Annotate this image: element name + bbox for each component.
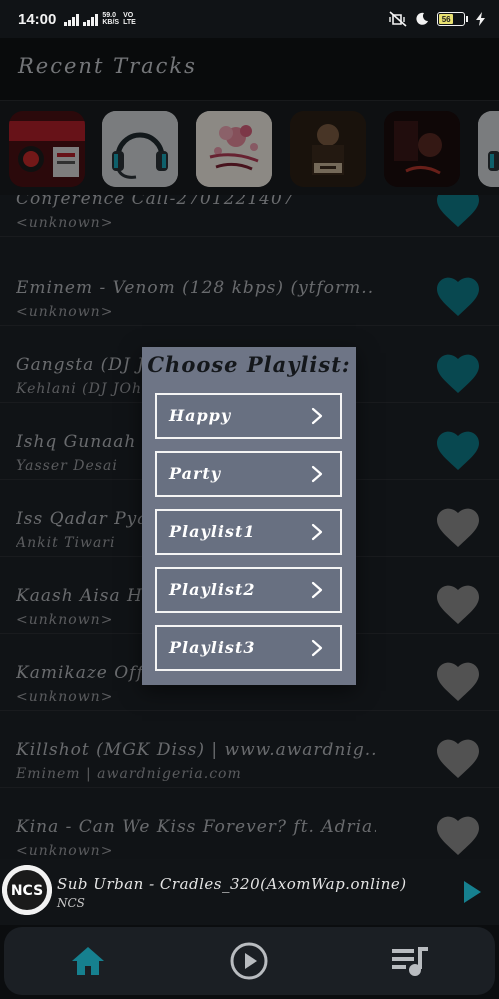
playlist-option-playlist3[interactable]: Playlist3 [155,625,342,671]
mini-player[interactable]: NCS Sub Urban - Cradles_320(AxomWap.onli… [0,859,499,925]
playlist-option-label: Party [169,464,222,483]
bottom-navigation [0,925,499,999]
chevron-right-icon [311,581,323,599]
playlist-option-label: Playlist2 [169,580,256,599]
nav-now-playing[interactable] [227,939,271,983]
now-playing-title: Sub Urban - Cradles_320(AxomWap.online) [57,875,407,893]
now-playing-art: NCS [2,865,52,915]
chevron-right-icon [311,465,323,483]
nav-home[interactable] [66,939,110,983]
status-left-icons: 59.0 KB/S VO LTE [64,12,136,26]
battery-icon: 56 [437,12,468,26]
status-time: 14:00 [18,10,57,28]
choose-playlist-dialog: Choose Playlist: Happy Party Playlist1 P… [142,347,356,685]
bottom-nav-bar [4,927,495,995]
signal-icon-2 [83,14,99,26]
play-circle-icon [230,942,268,980]
playlist-option-label: Playlist3 [169,638,256,657]
signal-icon [64,14,80,26]
chevron-right-icon [311,523,323,541]
battery-level: 56 [439,14,454,24]
playlist-option-playlist1[interactable]: Playlist1 [155,509,342,555]
moon-icon [416,12,428,25]
playlist-option-party[interactable]: Party [155,451,342,497]
chevron-right-icon [311,639,323,657]
status-right-icons: 56 [389,11,485,27]
charging-icon [476,12,485,26]
playlist-option-label: Playlist1 [169,522,256,541]
playlist-option-happy[interactable]: Happy [155,393,342,439]
play-icon[interactable] [461,879,483,905]
volte-indicator: VO LTE [123,12,136,26]
home-icon [72,947,104,975]
chevron-right-icon [311,407,323,425]
playlist-option-label: Happy [169,406,232,425]
now-playing-artist: NCS [57,896,85,910]
playlist-icon [392,947,428,976]
ncs-logo-text: NCS [11,883,43,899]
ncs-logo: NCS [2,865,52,915]
net-speed: 59.0 KB/S [102,12,120,26]
status-bar: 14:00 59.0 KB/S VO LTE 56 [0,0,499,38]
playlist-option-playlist2[interactable]: Playlist2 [155,567,342,613]
dialog-title: Choose Playlist: [147,352,351,377]
nav-playlists[interactable] [388,939,432,983]
vibrate-off-icon [389,11,407,27]
